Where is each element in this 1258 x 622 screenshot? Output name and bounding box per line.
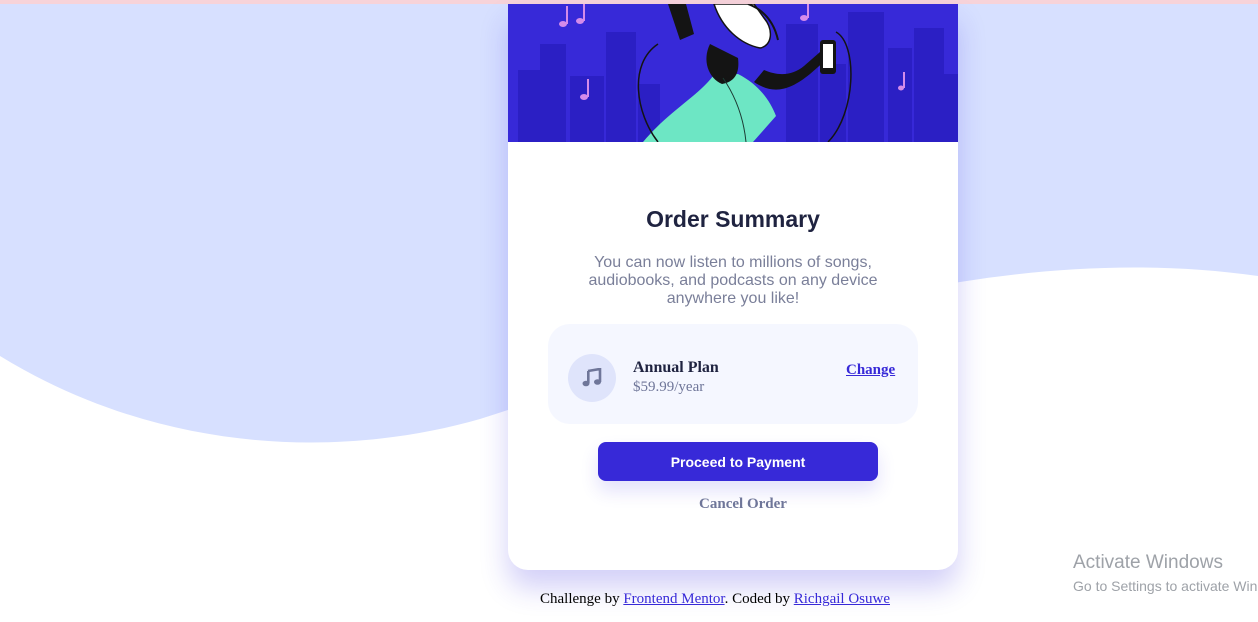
windows-activation-watermark: Activate Windows Go to Settings to activ… xyxy=(1073,552,1258,596)
attribution-prefix: Challenge by xyxy=(540,591,624,607)
change-plan-link[interactable]: Change xyxy=(846,362,895,379)
order-summary-description: You can now listen to millions of songs,… xyxy=(588,254,878,307)
attribution-middle: . Coded by xyxy=(724,591,794,607)
music-note-icon xyxy=(582,368,602,387)
music-icon-circle xyxy=(568,354,616,402)
watermark-title: Activate Windows xyxy=(1073,552,1223,573)
order-summary-card: Order Summary You can now listen to mill… xyxy=(508,4,958,570)
cancel-order-link[interactable]: Cancel Order xyxy=(508,496,958,513)
author-link[interactable]: Richgail Osuwe xyxy=(794,591,890,607)
attribution-footer: Challenge by Frontend Mentor. Coded by R… xyxy=(0,591,1258,608)
proceed-to-payment-button[interactable]: Proceed to Payment xyxy=(598,442,878,481)
plan-name: Annual Plan xyxy=(633,359,719,376)
hero-illustration xyxy=(508,4,958,142)
frontend-mentor-link[interactable]: Frontend Mentor xyxy=(623,591,724,607)
plan-price: $59.99/year xyxy=(633,379,705,395)
order-summary-title: Order Summary xyxy=(646,206,820,232)
person-dancing-with-headphones-illustration xyxy=(508,4,958,142)
watermark-subtitle: Go to Settings to activate Windows. xyxy=(1073,578,1258,594)
plan-summary-box: Annual Plan $59.99/year Change xyxy=(548,324,918,424)
